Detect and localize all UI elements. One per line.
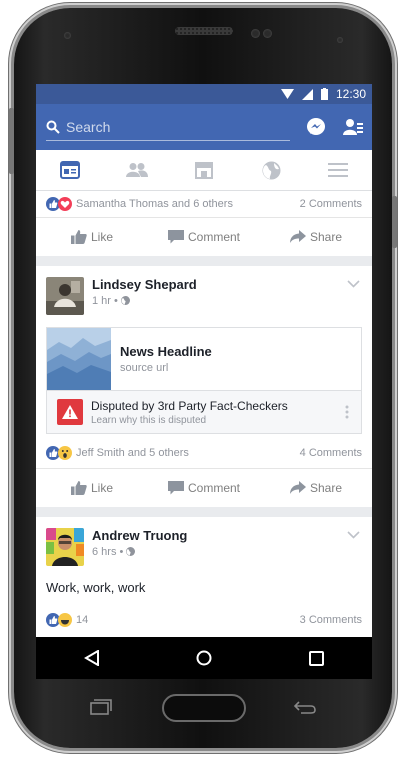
reaction-names: Jeff Smith and 5 others: [76, 447, 189, 459]
haha-reaction-icon: [58, 613, 72, 627]
more-options-icon[interactable]: [345, 405, 349, 419]
avatar[interactable]: [46, 277, 84, 315]
post-text: Work, work, work: [46, 580, 146, 595]
marketplace-icon: [195, 162, 213, 179]
hardware-recents-icon[interactable]: [90, 699, 112, 715]
share-icon: [289, 230, 306, 243]
post-time: 6 hrs •: [92, 546, 187, 558]
post-card: Samantha Thomas and 6 others 2 Comments …: [36, 191, 372, 256]
tab-marketplace[interactable]: [170, 150, 237, 190]
back-icon[interactable]: [84, 650, 100, 666]
link-title: News Headline: [120, 344, 212, 359]
like-button[interactable]: Like: [36, 230, 148, 244]
light-sensor: [337, 37, 343, 43]
search-icon: [46, 120, 60, 134]
search-input[interactable]: Search: [46, 114, 290, 141]
link-preview-top[interactable]: News Headline source url: [47, 328, 361, 391]
search-placeholder: Search: [66, 118, 111, 135]
share-label: Share: [309, 481, 343, 495]
friend-requests-icon[interactable]: [342, 117, 364, 137]
author-name[interactable]: Andrew Truong: [92, 528, 187, 543]
chevron-down-icon[interactable]: [347, 531, 360, 539]
screen: 12:30 Search Samantha Thomas and 6 other…: [36, 84, 372, 678]
link-thumbnail-image: [47, 328, 111, 390]
comment-icon: [167, 481, 184, 495]
share-button[interactable]: Share: [260, 481, 372, 495]
dispute-banner[interactable]: Disputed by 3rd Party Fact-Checkers Lear…: [47, 391, 361, 433]
warning-icon: [57, 399, 83, 425]
front-camera: [251, 29, 260, 38]
comment-button[interactable]: Comment: [148, 481, 260, 495]
comment-count[interactable]: 3 Comments: [300, 614, 362, 626]
home-icon[interactable]: [196, 650, 212, 666]
globe-icon: [262, 161, 281, 179]
reactions-bar[interactable]: Samantha Thomas and 6 others 2 Comments: [36, 191, 372, 218]
friends-icon: [125, 163, 148, 177]
top-bar: Search: [36, 104, 372, 150]
like-label: Like: [90, 481, 113, 495]
love-reaction-icon: [58, 197, 72, 211]
wifi-icon: [280, 88, 294, 99]
hardware-back-icon[interactable]: [293, 700, 317, 714]
avatar[interactable]: [46, 528, 84, 566]
like-label: Like: [90, 230, 113, 244]
tab-menu[interactable]: [305, 150, 372, 190]
post-actions: Like Comment Share: [36, 218, 372, 256]
globe-privacy-icon: [126, 547, 136, 556]
tab-notifications[interactable]: [238, 150, 305, 190]
globe-privacy-icon: [120, 296, 130, 305]
hardware-home-button[interactable]: [162, 694, 246, 722]
share-button[interactable]: Share: [260, 230, 372, 244]
android-nav-bar: [36, 637, 372, 679]
signal-icon: [301, 88, 313, 100]
comment-button[interactable]: Comment: [148, 230, 260, 244]
post-card: Andrew Truong 6 hrs • Work, work, work 1…: [36, 517, 372, 657]
messenger-icon[interactable]: [306, 117, 326, 137]
post-separator: [36, 256, 372, 266]
link-source: source url: [120, 362, 169, 374]
dispute-title: Disputed by 3rd Party Fact-Checkers: [91, 398, 288, 413]
wow-reaction-icon: [58, 446, 72, 460]
sensor: [263, 29, 272, 38]
chevron-down-icon[interactable]: [347, 280, 360, 288]
comment-icon: [167, 230, 184, 244]
share-label: Share: [309, 230, 343, 244]
comment-count[interactable]: 2 Comments: [300, 198, 362, 210]
earpiece-speaker: [175, 27, 233, 35]
comment-label: Comment: [187, 481, 240, 495]
like-button[interactable]: Like: [36, 481, 148, 495]
menu-icon: [328, 163, 349, 177]
recents-icon[interactable]: [308, 650, 324, 666]
author-name[interactable]: Lindsey Shepard: [92, 277, 197, 292]
link-preview[interactable]: News Headline source url Disputed by 3rd…: [46, 327, 362, 434]
status-time: 12:30: [335, 87, 366, 101]
volume-button: [9, 108, 14, 174]
post-card: Lindsey Shepard 1 hr • News Headline sou…: [36, 266, 372, 507]
comment-label: Comment: [187, 230, 240, 244]
status-bar: 12:30: [36, 84, 372, 104]
thumbs-up-icon: [70, 481, 87, 495]
post-separator: [36, 507, 372, 517]
tab-friends[interactable]: [103, 150, 170, 190]
reaction-count: 14: [76, 614, 89, 626]
post-actions: Like Comment Share: [36, 469, 372, 507]
tab-bar: [36, 150, 372, 191]
post-header: Lindsey Shepard 1 hr •: [36, 266, 372, 321]
reactions-bar[interactable]: Jeff Smith and 5 others 4 Comments: [36, 438, 372, 469]
comment-count[interactable]: 4 Comments: [300, 447, 362, 459]
tab-news-feed[interactable]: [36, 150, 103, 190]
battery-icon: [320, 88, 328, 100]
post-header: Andrew Truong 6 hrs •: [36, 517, 372, 572]
reactions-bar[interactable]: 14 3 Comments: [36, 605, 372, 635]
dispute-subtitle[interactable]: Learn why this is disputed: [91, 415, 288, 426]
reaction-names: Samantha Thomas and 6 others: [76, 198, 233, 210]
post-time: 1 hr •: [92, 295, 197, 307]
thumbs-up-icon: [70, 230, 87, 244]
power-button: [392, 196, 397, 248]
share-icon: [289, 481, 306, 494]
news-feed-icon: [59, 161, 80, 179]
proximity-sensor: [64, 32, 71, 39]
